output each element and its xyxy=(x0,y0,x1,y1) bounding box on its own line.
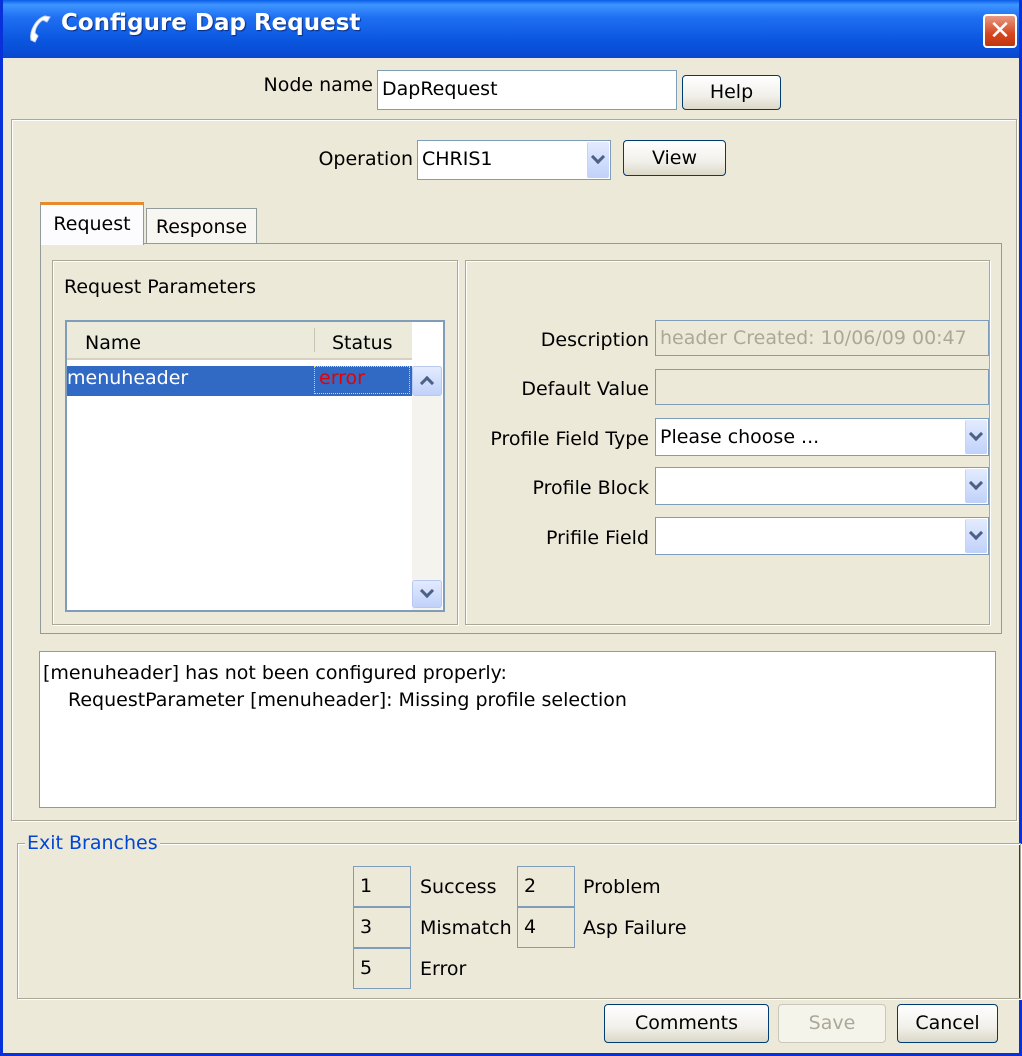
profile-block-select[interactable] xyxy=(655,467,989,505)
operation-label: Operation xyxy=(318,148,413,170)
tab-response[interactable]: Response xyxy=(146,208,257,245)
column-divider xyxy=(314,328,315,352)
profile-field-type-label: Profile Field Type xyxy=(490,428,649,450)
comments-button[interactable]: Comments xyxy=(604,1004,769,1043)
row-status-cell: error xyxy=(319,367,365,389)
phone-handset-icon xyxy=(30,15,51,43)
prifile-field-label: Prifile Field xyxy=(545,527,649,549)
column-header-status[interactable]: Status xyxy=(332,332,393,354)
exit-branch-label: Asp Failure xyxy=(583,917,687,939)
window-title: Configure Dap Request xyxy=(61,10,361,36)
default-value-input[interactable] xyxy=(655,369,989,405)
exit-branch-label: Error xyxy=(420,958,467,980)
scroll-up-button[interactable] xyxy=(412,366,442,396)
operation-selected-value: CHRIS1 xyxy=(422,148,493,170)
exit-branches-title: Exit Branches xyxy=(25,832,160,854)
scroll-down-button[interactable] xyxy=(412,580,442,608)
row-name-cell: menuheader xyxy=(67,367,189,389)
cancel-button[interactable]: Cancel xyxy=(897,1004,998,1043)
close-button[interactable]: ✕ xyxy=(983,14,1017,48)
exit-branch-number[interactable]: 1 xyxy=(353,866,411,907)
node-name-label: Node name xyxy=(263,74,373,96)
chevron-down-icon[interactable] xyxy=(965,469,987,503)
chevron-down-icon[interactable] xyxy=(587,142,609,178)
operation-select[interactable]: CHRIS1 xyxy=(417,140,611,180)
view-button[interactable]: View xyxy=(623,140,726,176)
chevron-down-icon[interactable] xyxy=(965,519,987,553)
column-header-name[interactable]: Name xyxy=(85,332,141,354)
message-line-2: RequestParameter [menuheader]: Missing p… xyxy=(68,689,627,711)
request-parameters-table: Name Status menuheader error xyxy=(65,320,445,612)
chevron-down-icon xyxy=(419,583,435,599)
table-row[interactable]: menuheader error xyxy=(67,366,412,396)
exit-branch-number[interactable]: 3 xyxy=(353,907,411,948)
default-value-label: Default Value xyxy=(521,378,649,400)
help-button[interactable]: Help xyxy=(682,75,781,110)
validation-message-area[interactable]: [menuheader] has not been configured pro… xyxy=(39,651,996,808)
dialog-window: Configure Dap Request ✕ Node name DapReq… xyxy=(0,0,1022,1056)
message-line-1: [menuheader] has not been configured pro… xyxy=(43,662,507,684)
profile-field-type-value: Please choose ... xyxy=(660,426,820,448)
chevron-down-icon[interactable] xyxy=(965,420,987,454)
exit-branch-number[interactable]: 4 xyxy=(517,907,575,948)
tab-request[interactable]: Request xyxy=(40,202,144,245)
save-button[interactable]: Save xyxy=(778,1004,886,1043)
description-input[interactable]: header Created: 10/06/09 00:47 xyxy=(655,320,989,356)
title-bar[interactable]: Configure Dap Request ✕ xyxy=(3,0,1019,58)
exit-branch-number[interactable]: 2 xyxy=(517,866,575,907)
table-scrollbar[interactable] xyxy=(412,366,442,610)
exit-branch-label: Mismatch xyxy=(420,917,512,939)
node-name-input[interactable]: DapRequest xyxy=(377,70,677,110)
exit-branch-label: Success xyxy=(420,876,497,898)
profile-field-type-select[interactable]: Please choose ... xyxy=(655,418,989,456)
exit-branch-number[interactable]: 5 xyxy=(353,948,411,989)
chevron-up-icon xyxy=(419,375,435,391)
prifile-field-select[interactable] xyxy=(655,517,989,555)
request-parameters-title: Request Parameters xyxy=(64,276,256,298)
profile-block-label: Profile Block xyxy=(532,477,649,499)
description-label: Description xyxy=(540,329,649,351)
close-icon: ✕ xyxy=(989,16,1011,46)
exit-branch-label: Problem xyxy=(583,876,661,898)
